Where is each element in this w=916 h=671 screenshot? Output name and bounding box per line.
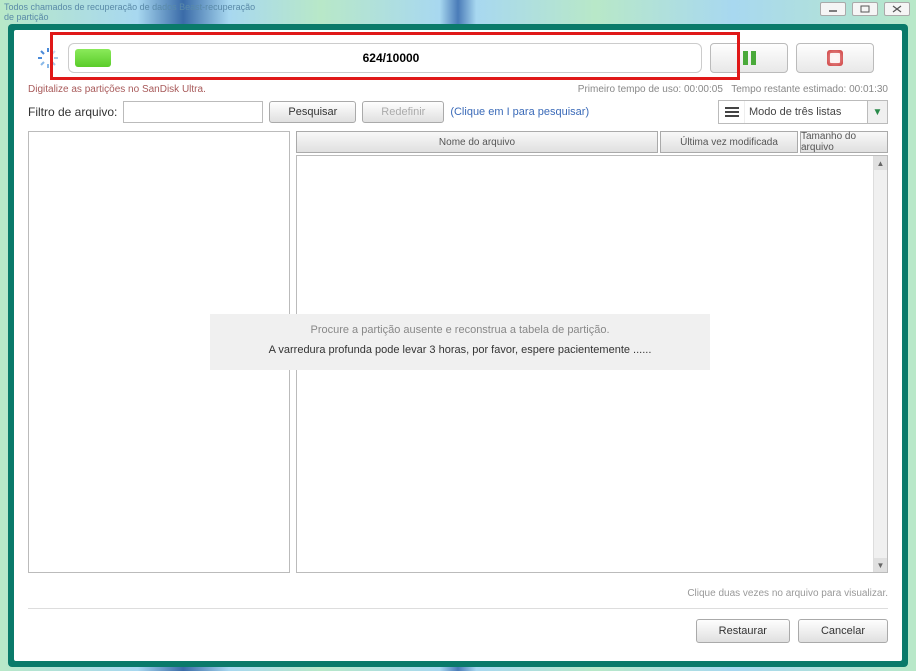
cancel-button[interactable]: Cancelar <box>798 619 888 643</box>
scroll-up-icon[interactable]: ▲ <box>874 156 887 170</box>
pause-button[interactable] <box>710 43 788 73</box>
filter-hint: (Clique em I para pesquisar) <box>450 106 589 118</box>
minimize-button[interactable] <box>820 2 846 16</box>
restore-button[interactable]: Restaurar <box>696 619 790 643</box>
view-mode-label: Modo de três listas <box>745 106 867 118</box>
filter-input[interactable] <box>123 101 263 123</box>
time-status: Primeiro tempo de uso: 00:00:05 Tempo re… <box>578 84 888 95</box>
col-size[interactable]: Tamanho do arquivo <box>800 131 888 153</box>
window-title: Todos chamados de recuperação de dados B… <box>4 2 264 22</box>
scan-message: Procure a partição ausente e reconstrua … <box>210 314 710 370</box>
column-headers: Nome do arquivo Última vez modificada Ta… <box>296 131 888 153</box>
maximize-button[interactable] <box>852 2 878 16</box>
col-filename[interactable]: Nome do arquivo <box>296 131 658 153</box>
first-use-time: Primeiro tempo de uso: 00:00:05 <box>578 84 723 95</box>
message-line1: Procure a partição ausente e reconstrua … <box>230 324 690 336</box>
reset-button[interactable]: Redefinir <box>362 101 444 123</box>
close-button[interactable] <box>884 2 910 16</box>
scroll-down-icon[interactable]: ▼ <box>874 558 887 572</box>
status-row: Digitalize as partições no SanDisk Ultra… <box>28 84 888 95</box>
stop-icon <box>827 50 843 66</box>
progress-bar: 624/10000 <box>68 43 702 73</box>
footer-buttons: Restaurar Cancelar <box>696 619 888 643</box>
content: 624/10000 Digitalize as partições no San… <box>14 30 902 661</box>
progress-section: 624/10000 <box>28 38 888 78</box>
filter-label: Filtro de arquivo: <box>28 105 117 119</box>
divider <box>28 608 888 609</box>
message-line2: A varredura profunda pode levar 3 horas,… <box>230 344 690 356</box>
window-controls <box>820 2 910 16</box>
preview-hint: Clique duas vezes no arquivo para visual… <box>687 588 888 599</box>
progress-text: 624/10000 <box>75 51 707 65</box>
remaining-time: Tempo restante estimado: 00:01:30 <box>731 84 888 95</box>
scrollbar[interactable]: ▲ ▼ <box>873 156 887 572</box>
pause-icon <box>743 51 756 65</box>
list-icon <box>719 101 745 123</box>
titlebar: Todos chamados de recuperação de dados B… <box>0 0 916 24</box>
search-button[interactable]: Pesquisar <box>269 101 356 123</box>
chevron-down-icon: ▼ <box>867 101 887 123</box>
filter-row: Filtro de arquivo: Pesquisar Redefinir (… <box>28 101 888 123</box>
scan-status: Digitalize as partições no SanDisk Ultra… <box>28 84 578 95</box>
spinner-icon <box>36 46 60 70</box>
stop-button[interactable] <box>796 43 874 73</box>
col-modified[interactable]: Última vez modificada <box>660 131 798 153</box>
main-frame: 624/10000 Digitalize as partições no San… <box>8 24 908 667</box>
view-mode-dropdown[interactable]: Modo de três listas ▼ <box>718 100 888 124</box>
